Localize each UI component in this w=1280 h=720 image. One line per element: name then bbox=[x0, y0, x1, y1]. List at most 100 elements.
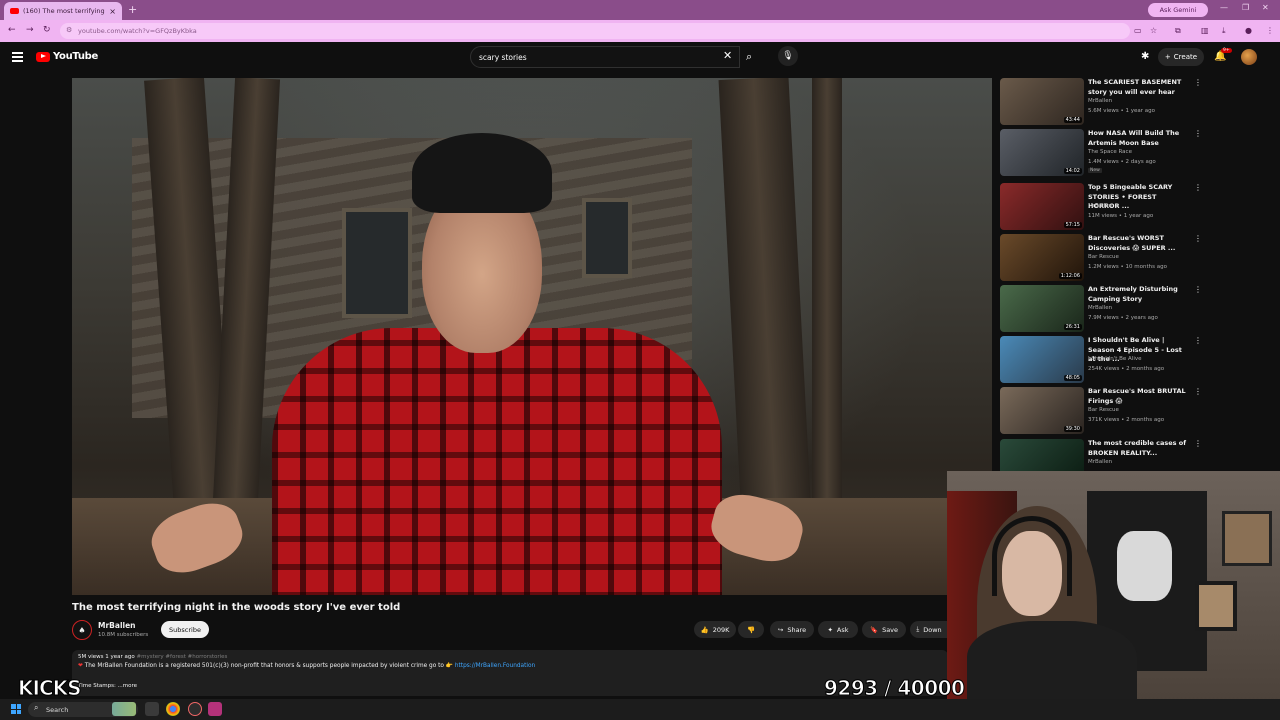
dislike-button[interactable]: 👎 bbox=[738, 621, 764, 638]
more-options-icon[interactable]: ⋮ bbox=[1194, 183, 1202, 192]
youtube-logo[interactable]: YouTube bbox=[36, 51, 98, 62]
taskbar-taskview-icon[interactable] bbox=[145, 702, 159, 716]
recommendation-meta: 371K views • 2 months ago bbox=[1088, 417, 1165, 423]
reload-icon[interactable]: ↻ bbox=[43, 25, 51, 35]
ask-button[interactable]: ✦ Ask bbox=[818, 621, 858, 638]
recommendation-channel[interactable]: MrBallen bbox=[1088, 98, 1112, 104]
recommendation-thumbnail[interactable]: 43:44 bbox=[1000, 78, 1084, 125]
recommendation-thumbnail[interactable]: 57:15 bbox=[1000, 183, 1084, 230]
recommendation-thumbnail[interactable]: 1:12:06 bbox=[1000, 234, 1084, 281]
sidebar-icon[interactable]: ▥ bbox=[1201, 26, 1209, 35]
browser-tab[interactable]: (160) The most terrifying ni... × bbox=[4, 2, 122, 20]
recommendation-title[interactable]: Bar Rescue's WORST Discoveries 😱 SUPER .… bbox=[1088, 234, 1188, 253]
recommendation-channel[interactable]: MrBallen bbox=[1088, 203, 1112, 209]
video-duration: 1:12:06 bbox=[1058, 273, 1082, 279]
close-window-icon[interactable]: ✕ bbox=[1262, 3, 1269, 12]
more-options-icon[interactable]: ⋮ bbox=[1194, 285, 1202, 294]
recommendation-channel[interactable]: The Space Race bbox=[1088, 149, 1132, 155]
taskbar-weather-icon[interactable] bbox=[112, 702, 136, 716]
recommendation-channel[interactable]: MrBallen bbox=[1088, 305, 1112, 311]
recommendation-channel[interactable]: Bar Rescue bbox=[1088, 407, 1119, 413]
browser-tabbar: (160) The most terrifying ni... × + Ask … bbox=[0, 0, 1280, 20]
description-body: The MrBallen Foundation is a registered … bbox=[84, 663, 454, 669]
menu-icon[interactable] bbox=[12, 52, 23, 62]
video-description[interactable]: 5M views 1 year ago #mystery #forest #ho… bbox=[72, 650, 948, 696]
subscribe-button[interactable]: Subscribe bbox=[161, 621, 209, 638]
recommendation-meta: 1.4M views • 2 days ago bbox=[1088, 159, 1156, 165]
bookmark-star-icon[interactable]: ☆ bbox=[1150, 26, 1157, 35]
more-options-icon[interactable]: ⋮ bbox=[1194, 129, 1202, 138]
site-info-icon[interactable]: ⚙ bbox=[66, 26, 72, 34]
create-button[interactable]: + Create bbox=[1158, 48, 1204, 66]
more-options-icon[interactable]: ⋮ bbox=[1194, 78, 1202, 87]
maximize-icon[interactable]: ❐ bbox=[1242, 3, 1249, 12]
search-input[interactable]: scary stories bbox=[470, 46, 740, 68]
taskbar-app-icon[interactable] bbox=[188, 702, 202, 716]
recommendation-item[interactable]: 43:44 The SCARIEST BASEMENT story you wil… bbox=[1000, 78, 1202, 126]
video-frame-window bbox=[582, 198, 632, 278]
more-options-icon[interactable]: ⋮ bbox=[1194, 387, 1202, 396]
back-icon[interactable]: ← bbox=[8, 25, 16, 35]
recommendation-thumbnail[interactable]: 26:31 bbox=[1000, 285, 1084, 332]
recommendation-item[interactable]: 48:05 I Shouldn't Be Alive | Season 4 Epi… bbox=[1000, 336, 1202, 384]
new-badge: New bbox=[1088, 168, 1102, 173]
more-options-icon[interactable]: ⋮ bbox=[1194, 439, 1202, 448]
recommendation-channel[interactable]: MrBallen bbox=[1088, 459, 1112, 465]
recommendation-title[interactable]: How NASA Will Build The Artemis Moon Bas… bbox=[1088, 129, 1188, 148]
like-button[interactable]: 👍 209K bbox=[694, 621, 736, 638]
video-player[interactable] bbox=[72, 78, 992, 595]
taskbar-search-label: Search bbox=[46, 705, 69, 714]
save-label: Save bbox=[882, 625, 899, 634]
taskbar-discord-icon[interactable] bbox=[208, 702, 222, 716]
search-icon[interactable]: ⌕ bbox=[746, 50, 752, 64]
share-button[interactable]: ↪ Share bbox=[770, 621, 814, 638]
channel-avatar[interactable]: ♠ bbox=[72, 620, 92, 640]
more-options-icon[interactable]: ⋮ bbox=[1194, 234, 1202, 243]
download-icon[interactable]: ⤓ bbox=[1222, 26, 1226, 36]
foundation-link[interactable]: https://MrBallen.Foundation bbox=[455, 663, 535, 669]
more-options-icon[interactable]: ⋮ bbox=[1194, 336, 1202, 345]
recommendation-title[interactable]: The SCARIEST BASEMENT story you will eve… bbox=[1088, 78, 1188, 97]
download-button[interactable]: ⤓ Down bbox=[910, 621, 948, 638]
webcam-wall-picture bbox=[1222, 511, 1272, 566]
recommendation-item[interactable]: 14:02 How NASA Will Build The Artemis Moo… bbox=[1000, 129, 1202, 177]
account-avatar[interactable] bbox=[1241, 49, 1257, 65]
share-icon: ↪ bbox=[777, 625, 784, 634]
browser-menu-icon[interactable]: ⋮ bbox=[1266, 26, 1274, 35]
taskbar-chrome-icon[interactable] bbox=[166, 702, 180, 716]
clear-search-icon[interactable]: ✕ bbox=[723, 49, 732, 62]
recommendation-title[interactable]: An Extremely Disturbing Camping Story bbox=[1088, 285, 1188, 304]
recommendation-thumbnail[interactable]: 39:30 bbox=[1000, 387, 1084, 434]
recommendation-channel[interactable]: Bar Rescue bbox=[1088, 254, 1119, 260]
channel-name[interactable]: MrBallen bbox=[98, 621, 136, 630]
address-bar[interactable]: ⚙ youtube.com/watch?v=GFQzByKbka bbox=[60, 23, 1130, 39]
forward-icon[interactable]: → bbox=[26, 25, 34, 35]
save-button[interactable]: 🔖 Save bbox=[862, 621, 906, 638]
recommendation-item[interactable]: 26:31 An Extremely Disturbing Camping Sto… bbox=[1000, 285, 1202, 333]
recommendation-thumbnail[interactable]: 48:05 bbox=[1000, 336, 1084, 383]
browser-toolbar: ← → ↻ ⚙ youtube.com/watch?v=GFQzByKbka ▭… bbox=[0, 20, 1280, 42]
recommendation-item[interactable]: 1:12:06 Bar Rescue's WORST Discoveries 😱 … bbox=[1000, 234, 1202, 282]
ask-gemini-button[interactable]: Ask Gemini bbox=[1148, 3, 1208, 17]
windows-start-icon[interactable] bbox=[11, 704, 21, 714]
recommendation-channel[interactable]: I Shouldn't Be Alive bbox=[1088, 356, 1141, 362]
video-duration: 43:44 bbox=[1063, 117, 1082, 123]
extension-icon[interactable]: ✱ bbox=[1141, 51, 1149, 62]
install-icon[interactable]: ▭ bbox=[1134, 26, 1142, 35]
recommendation-title[interactable]: Bar Rescue's Most BRUTAL Firings 😱 bbox=[1088, 387, 1188, 406]
description-more[interactable]: Time Stamps: ...more bbox=[78, 683, 137, 689]
thumbs-down-icon: 👎 bbox=[746, 625, 756, 634]
recommendation-title[interactable]: The most credible cases of BROKEN REALIT… bbox=[1088, 439, 1188, 458]
new-tab-button[interactable]: + bbox=[128, 3, 137, 16]
recommendation-thumbnail[interactable]: 14:02 bbox=[1000, 129, 1084, 176]
video-frame-cap bbox=[412, 133, 552, 213]
recommendation-item[interactable]: 57:15 Top 5 Bingeable SCARY STORIES • FOR… bbox=[1000, 183, 1202, 231]
recommendation-item[interactable]: 39:30 Bar Rescue's Most BRUTAL Firings 😱 B… bbox=[1000, 387, 1202, 435]
extensions-icon[interactable]: ⧉ bbox=[1175, 26, 1181, 36]
microphone-icon[interactable]: 🎙 bbox=[778, 46, 798, 66]
profile-icon[interactable]: ● bbox=[1245, 26, 1252, 35]
tab-close-icon[interactable]: × bbox=[109, 7, 116, 16]
minimize-icon[interactable]: — bbox=[1220, 3, 1228, 12]
hashtags[interactable]: #mystery #forest #horrorstories bbox=[137, 654, 228, 660]
create-label: Create bbox=[1173, 53, 1198, 61]
